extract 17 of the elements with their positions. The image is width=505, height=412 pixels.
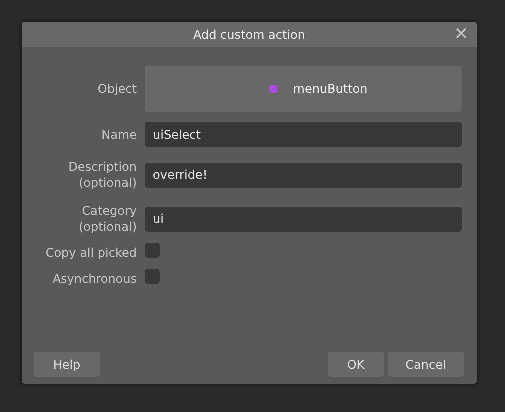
field-label: Description (optional) xyxy=(68,159,137,191)
checkbox[interactable] xyxy=(145,268,160,284)
field-label: Asynchronous xyxy=(52,271,137,287)
field-label: Object xyxy=(96,81,137,97)
field-label: Name xyxy=(100,126,137,142)
dialog-title: Add custom action xyxy=(194,28,306,42)
dialog-button[interactable]: OK xyxy=(328,352,384,377)
field-label: Copy all picked xyxy=(44,245,137,261)
input-field[interactable]: uiSelect xyxy=(145,122,462,147)
close-button[interactable]: × xyxy=(452,23,471,45)
field-label: Category (optional) xyxy=(78,203,137,235)
dialog-button[interactable]: Help xyxy=(34,352,100,377)
input-field[interactable]: override! xyxy=(145,162,462,188)
input-field[interactable]: ui xyxy=(145,206,462,232)
checkbox[interactable] xyxy=(145,242,160,258)
object-field[interactable]: menuButton xyxy=(145,66,462,112)
dialog-button[interactable]: Cancel xyxy=(388,352,464,377)
